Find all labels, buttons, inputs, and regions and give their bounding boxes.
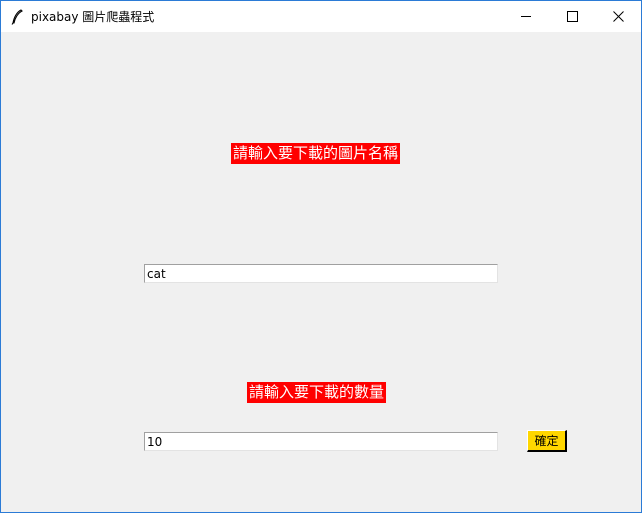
maximize-button[interactable] <box>549 1 595 32</box>
app-window: pixabay 圖片爬蟲程式 請輸入要下載的圖片名稱 請輸入要下載的數量 確定 <box>0 0 642 513</box>
image-name-input[interactable] <box>144 264 498 283</box>
window-title: pixabay 圖片爬蟲程式 <box>31 10 155 24</box>
feather-icon <box>11 9 23 25</box>
confirm-button[interactable]: 確定 <box>527 430 567 452</box>
form-area: 請輸入要下載的圖片名稱 請輸入要下載的數量 確定 <box>1 32 641 512</box>
title-bar[interactable]: pixabay 圖片爬蟲程式 <box>1 1 641 32</box>
image-name-label: 請輸入要下載的圖片名稱 <box>231 143 401 164</box>
download-count-input[interactable] <box>144 432 498 451</box>
maximize-icon <box>566 11 578 22</box>
minimize-button[interactable] <box>503 1 549 32</box>
close-button[interactable] <box>595 1 641 32</box>
minimize-icon <box>521 16 531 17</box>
download-count-label: 請輸入要下載的數量 <box>247 382 387 403</box>
close-icon <box>612 11 624 22</box>
